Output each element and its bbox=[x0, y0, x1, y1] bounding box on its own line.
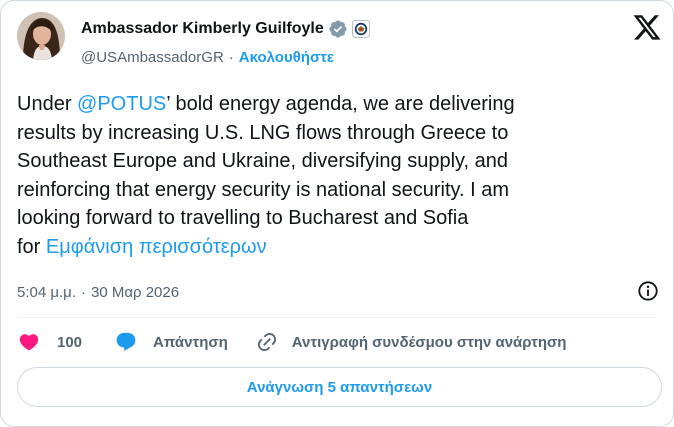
post-text: Under @POTUS’ bold energy agenda, we are… bbox=[17, 90, 662, 262]
post-text-segment: Under bbox=[17, 93, 78, 115]
post-line-2: results by increasing U.S. LNG flows thr… bbox=[17, 121, 509, 144]
post-line-3: Southeast Europe and Ukraine, diversifyi… bbox=[17, 150, 509, 173]
post-line-1: Under @POTUS’ bold energy agenda, we are… bbox=[17, 90, 662, 119]
post-text-segment: ’ bold energy agenda, we are delivering bbox=[166, 93, 515, 115]
timestamp-separator: · bbox=[80, 283, 86, 301]
government-seal-icon bbox=[351, 20, 370, 38]
verified-badge-icon bbox=[328, 19, 348, 39]
x-logo-icon[interactable] bbox=[632, 15, 662, 43]
reply-bubble-icon bbox=[114, 330, 138, 354]
post-timestamp[interactable]: 5:04 μ.μ. · 30 Μαρ 2026 bbox=[17, 279, 179, 305]
post-text-segment: for bbox=[17, 235, 46, 258]
like-count: 100 bbox=[57, 333, 83, 351]
reply-label: Απάντηση bbox=[153, 333, 228, 351]
heart-icon bbox=[17, 330, 41, 354]
post-line-4: reinforcing that energy security is nati… bbox=[17, 178, 510, 201]
reply-button[interactable]: Απάντηση bbox=[114, 330, 228, 354]
follow-button[interactable]: Ακολουθήστε bbox=[239, 49, 334, 66]
post-line-6: for Εμφάνιση περισσότερων bbox=[17, 233, 662, 262]
show-more-link[interactable]: Εμφάνιση περισσότερων bbox=[46, 236, 267, 258]
link-icon bbox=[255, 330, 279, 354]
like-button[interactable]: 100 bbox=[17, 330, 82, 354]
embedded-post-card: Ambassador Kimberly Guilfoyle @USAmbassa… bbox=[0, 0, 674, 427]
post-time: 5:04 μ.μ. bbox=[17, 283, 76, 301]
handle-separator: · bbox=[228, 48, 234, 66]
read-replies-button[interactable]: Ανάγνωση 5 απαντήσεων bbox=[17, 367, 662, 407]
post-date: 30 Μαρ 2026 bbox=[90, 283, 180, 301]
post-line-5: looking forward to travelling to Buchare… bbox=[17, 207, 469, 230]
copy-link-label: Αντιγραφή συνδέσμου στην ανάρτηση bbox=[291, 333, 567, 351]
author-display-name[interactable]: Ambassador Kimberly Guilfoyle bbox=[81, 20, 324, 38]
avatar[interactable] bbox=[17, 12, 65, 60]
author-handle[interactable]: @USAmbassadorGR bbox=[81, 49, 224, 66]
potus-mention-link[interactable]: @POTUS bbox=[77, 93, 166, 115]
divider bbox=[17, 317, 657, 318]
info-icon[interactable] bbox=[637, 280, 659, 302]
copy-link-button[interactable]: Αντιγραφή συνδέσμου στην ανάρτηση bbox=[255, 330, 567, 354]
action-bar: 100 Απάντηση Αντιγραφή συνδέσμου στην αν… bbox=[17, 328, 566, 356]
